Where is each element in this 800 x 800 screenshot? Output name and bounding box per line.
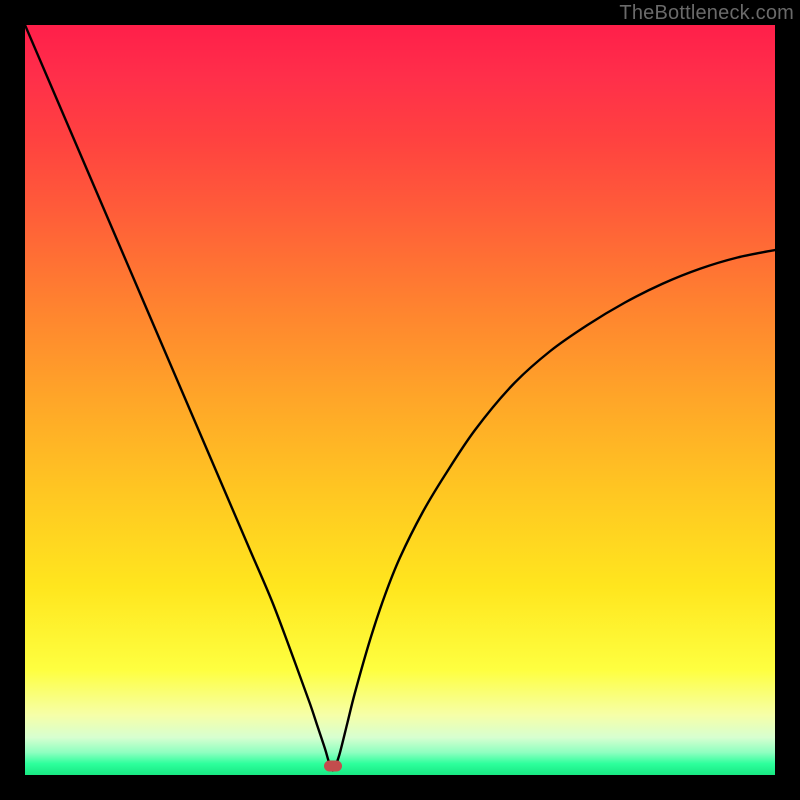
- watermark-text: TheBottleneck.com: [619, 2, 794, 25]
- chart-frame: TheBottleneck.com: [0, 0, 800, 800]
- gradient-plot-area: [25, 25, 775, 775]
